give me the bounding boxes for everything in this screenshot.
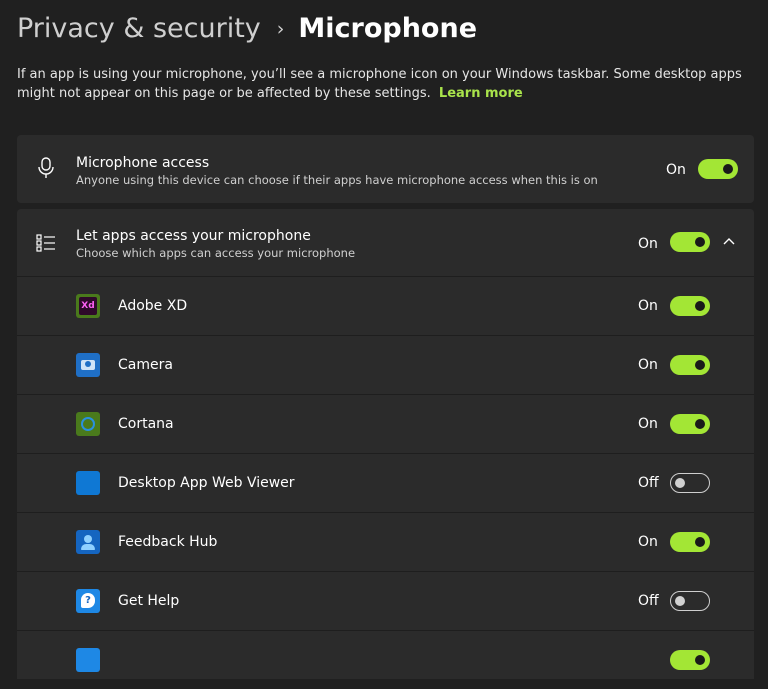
app-name: Feedback Hub: [118, 534, 218, 550]
apps-access-subtitle: Choose which apps can access your microp…: [76, 246, 356, 260]
app-state: Off: [638, 593, 659, 609]
camera-icon: [76, 353, 100, 377]
get-help-toggle[interactable]: [670, 591, 710, 611]
microphone-access-subtitle: Anyone using this device can choose if t…: [76, 173, 598, 187]
cortana-toggle[interactable]: [670, 414, 710, 434]
adobe-xd-icon: Xd: [76, 294, 100, 318]
toggle-knob: [695, 237, 705, 247]
app-name: Cortana: [118, 416, 174, 432]
adobe-xd-toggle[interactable]: [670, 296, 710, 316]
app-state: Off: [638, 475, 659, 491]
app-name: Camera: [118, 357, 173, 373]
toggle-knob: [695, 301, 705, 311]
toggle-knob: [695, 360, 705, 370]
chevron-up-icon[interactable]: [722, 235, 736, 247]
app-name: Desktop App Web Viewer: [118, 475, 295, 491]
microphone-access-state: On: [666, 162, 686, 178]
apps-access-toggle[interactable]: [670, 232, 710, 252]
toggle-knob: [695, 655, 705, 665]
app-row-camera: Camera On: [17, 335, 754, 394]
apps-access-row[interactable]: Let apps access your microphone Choose w…: [17, 209, 754, 276]
toggle-knob: [675, 478, 685, 488]
breadcrumb-parent[interactable]: Privacy & security: [17, 10, 261, 48]
app-name: Get Help: [118, 593, 180, 609]
desktop-app-web-viewer-icon: [76, 471, 100, 495]
app-state: On: [638, 298, 658, 314]
microphone-access-toggle[interactable]: [698, 159, 738, 179]
learn-more-link[interactable]: Learn more: [439, 86, 523, 101]
list-icon: [36, 234, 55, 252]
app-row-desktop-app-web-viewer: Desktop App Web Viewer Off: [17, 453, 754, 512]
page-title: Microphone: [298, 13, 478, 44]
toggle-knob: [695, 537, 705, 547]
app-row-partial: [17, 630, 754, 689]
cortana-icon: [76, 412, 100, 436]
apps-access-title: Let apps access your microphone: [76, 228, 311, 244]
page-description: If an app is using your microphone, you’…: [17, 65, 757, 103]
app-state: On: [638, 534, 658, 550]
app-state: On: [638, 357, 658, 373]
app-state: On: [638, 416, 658, 432]
toggle-knob: [675, 596, 685, 606]
feedback-hub-icon: [76, 530, 100, 554]
toggle-knob: [695, 419, 705, 429]
microphone-access-title: Microphone access: [76, 155, 210, 171]
microphone-icon: [38, 157, 54, 178]
breadcrumb: Privacy & security › Microphone: [17, 10, 477, 48]
app-row-get-help: ? Get Help Off: [17, 571, 754, 630]
camera-toggle[interactable]: [670, 355, 710, 375]
microphone-access-row: Microphone access Anyone using this devi…: [17, 135, 754, 202]
app-row-adobe-xd: Xd Adobe XD On: [17, 276, 754, 335]
description-text: If an app is using your microphone, you’…: [17, 67, 742, 101]
breadcrumb-separator-icon: ›: [276, 18, 285, 40]
desktop-app-web-viewer-toggle[interactable]: [670, 473, 710, 493]
app-name: Adobe XD: [118, 298, 188, 314]
feedback-hub-toggle[interactable]: [670, 532, 710, 552]
app-toggle[interactable]: [670, 650, 710, 670]
apps-access-state: On: [638, 236, 658, 252]
toggle-knob: [723, 164, 733, 174]
app-row-cortana: Cortana On: [17, 394, 754, 453]
app-row-feedback-hub: Feedback Hub On: [17, 512, 754, 571]
get-help-icon: ?: [76, 589, 100, 613]
apps-access-card: Let apps access your microphone Choose w…: [17, 209, 754, 679]
microphone-access-card: Microphone access Anyone using this devi…: [17, 135, 754, 203]
app-icon: [76, 648, 100, 672]
